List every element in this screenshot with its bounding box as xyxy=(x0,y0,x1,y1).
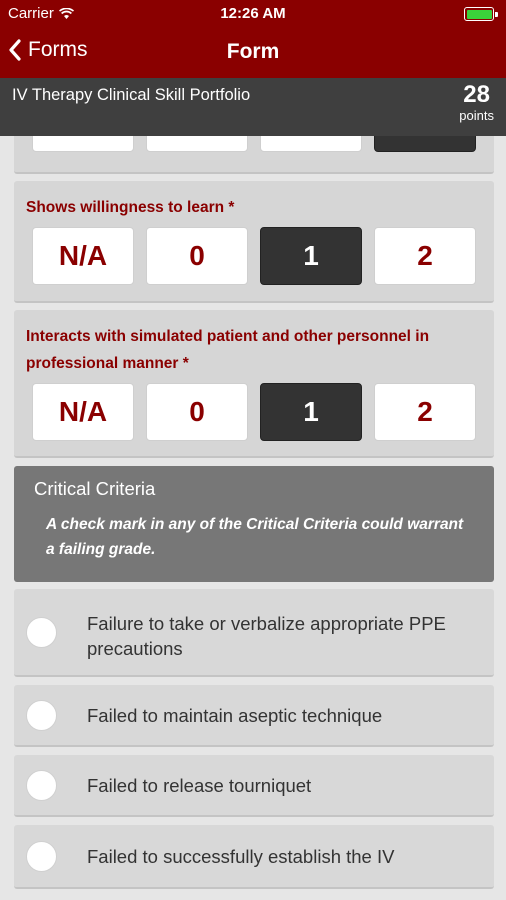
question-label: Shows willingness to learn * xyxy=(26,199,235,216)
score-option-2[interactable]: 2 xyxy=(374,383,476,441)
score-option-0[interactable]: 0 xyxy=(146,227,248,285)
score-option-0[interactable]: 0 xyxy=(146,383,248,441)
battery-tip xyxy=(495,11,498,17)
nav-title: Form xyxy=(226,40,280,63)
radio-button[interactable] xyxy=(26,841,57,872)
critical-item-label: Failed to maintain aseptic technique xyxy=(87,705,383,726)
score-option-1[interactable]: 1 xyxy=(260,227,362,285)
score-option-2[interactable]: 2 xyxy=(374,227,476,285)
critical-criteria-header: Critical Criteria A check mark in any of… xyxy=(14,466,494,582)
score-selector: N/A 0 1 2 xyxy=(32,136,476,152)
app-screen: Carrier 12:26 AM Forms Form IV Therapy C… xyxy=(0,0,506,900)
form-title: IV Therapy Clinical Skill Portfolio xyxy=(12,86,251,104)
score-option-2[interactable]: 2 xyxy=(374,136,476,152)
critical-criteria-title: Critical Criteria xyxy=(34,478,156,499)
points-counter: 28 points xyxy=(459,82,494,124)
question-card: N/A 0 1 2 xyxy=(14,136,494,174)
critical-criteria-description: A check mark in any of the Critical Crit… xyxy=(46,516,464,558)
battery-level xyxy=(466,9,492,19)
radio-button[interactable] xyxy=(26,770,57,801)
navigation-bar: Forms Form xyxy=(0,30,506,74)
critical-item[interactable]: Failure to take or verbalize appropriate… xyxy=(14,589,494,677)
form-header: IV Therapy Clinical Skill Portfolio 28 p… xyxy=(0,78,506,136)
score-selector: N/A 0 1 2 xyxy=(32,227,476,285)
radio-button[interactable] xyxy=(26,700,57,731)
status-time: 12:26 AM xyxy=(220,5,286,22)
score-option-1[interactable]: 1 xyxy=(260,383,362,441)
score-selector: N/A 0 1 2 xyxy=(32,383,476,441)
critical-item[interactable]: Failed to maintain aseptic technique xyxy=(14,685,494,747)
critical-item[interactable]: Failed to release tourniquet xyxy=(14,755,494,817)
question-card: Interacts with simulated patient and oth… xyxy=(14,310,494,458)
critical-item[interactable]: Failed to successfully establish the IV xyxy=(14,825,494,889)
question-card: Shows willingness to learn * N/A 0 1 2 xyxy=(14,181,494,303)
score-option-na[interactable]: N/A xyxy=(32,136,134,152)
radio-button[interactable] xyxy=(26,617,57,648)
score-option-na[interactable]: N/A xyxy=(32,227,134,285)
status-bar: Carrier 12:26 AM xyxy=(0,0,506,28)
battery-icon xyxy=(464,7,498,21)
score-option-1[interactable]: 1 xyxy=(260,136,362,152)
form-content[interactable]: N/A 0 1 2 Shows willingness to learn * N… xyxy=(0,136,506,900)
critical-item-label: Failed to successfully establish the IV xyxy=(87,846,395,867)
points-value: 28 xyxy=(463,81,490,108)
critical-item-label: Failure to take or verbalize appropriate… xyxy=(87,613,446,659)
critical-item-label: Failed to release tourniquet xyxy=(87,775,312,796)
points-label: points xyxy=(459,108,494,123)
score-option-0[interactable]: 0 xyxy=(146,136,248,152)
top-bar: Carrier 12:26 AM Forms Form xyxy=(0,0,506,78)
question-label: Interacts with simulated patient and oth… xyxy=(26,328,430,372)
score-option-na[interactable]: N/A xyxy=(32,383,134,441)
